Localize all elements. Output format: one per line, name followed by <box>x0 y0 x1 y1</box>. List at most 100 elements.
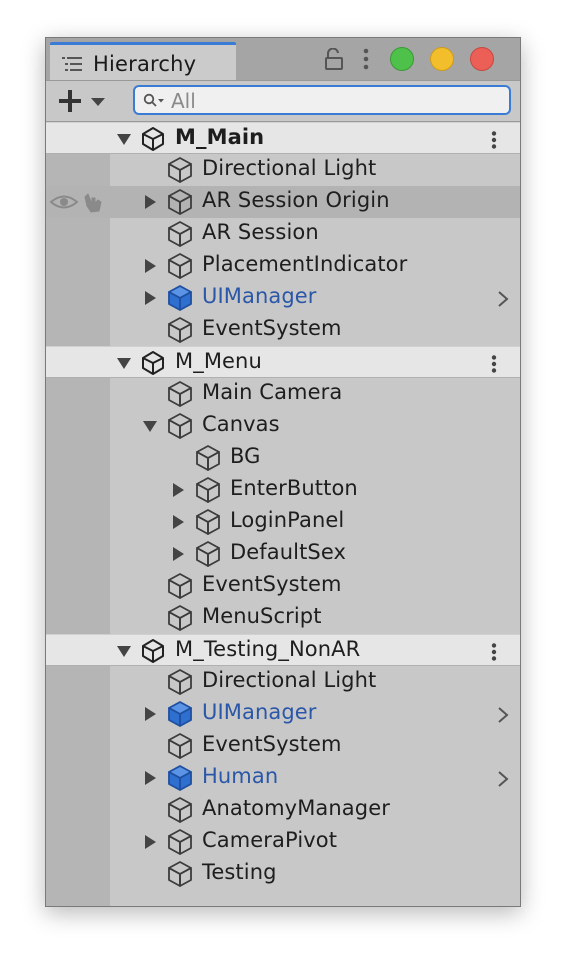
scene-menu-kebab-icon[interactable] <box>490 355 498 373</box>
gameobject-cube-icon <box>196 477 220 503</box>
gameobject-cube-icon <box>168 413 192 439</box>
scene-label: M_Main <box>175 125 265 149</box>
collapse-arrow-icon[interactable] <box>142 194 158 210</box>
hierarchy-row[interactable]: BG <box>46 442 520 474</box>
gameobject-cube-icon <box>168 669 192 695</box>
object-label: AR Session <box>202 220 319 244</box>
scene-menu-kebab-icon[interactable] <box>490 643 498 661</box>
object-label: MenuScript <box>202 604 322 628</box>
gameobject-cube-icon <box>196 541 220 567</box>
gameobject-cube-icon <box>168 253 192 279</box>
collapse-arrow-icon[interactable] <box>170 514 186 530</box>
hierarchy-row[interactable]: EventSystem <box>46 730 520 762</box>
pickable-hand-icon[interactable] <box>82 190 108 214</box>
hierarchy-row[interactable]: EventSystem <box>46 570 520 602</box>
object-label: Main Camera <box>202 380 343 404</box>
lock-icon[interactable] <box>324 48 344 70</box>
object-label: EventSystem <box>202 572 342 596</box>
hierarchy-row[interactable]: DefaultSex <box>46 538 520 570</box>
object-label: Directional Light <box>202 156 377 180</box>
object-label: UIManager <box>202 700 317 724</box>
collapse-arrow-icon[interactable] <box>142 258 158 274</box>
prefab-cube-icon <box>168 701 192 727</box>
eye-icon[interactable] <box>49 193 79 211</box>
prefab-cube-icon <box>168 765 192 791</box>
kebab-icon[interactable] <box>362 48 370 70</box>
maximize-button[interactable] <box>390 47 414 71</box>
gameobject-cube-icon <box>168 157 192 183</box>
gameobject-cube-icon <box>168 829 192 855</box>
tab-hierarchy[interactable]: Hierarchy <box>50 42 236 80</box>
object-label: Directional Light <box>202 668 377 692</box>
hierarchy-row[interactable]: EventSystem <box>46 314 520 346</box>
scene-row[interactable]: M_Main <box>46 122 520 154</box>
expand-arrow-icon[interactable] <box>116 131 132 147</box>
hierarchy-row[interactable]: PlacementIndicator <box>46 250 520 282</box>
collapse-arrow-icon[interactable] <box>142 706 158 722</box>
gameobject-cube-icon <box>168 861 192 887</box>
scene-row[interactable]: M_Testing_NonAR <box>46 634 520 666</box>
expand-arrow-icon[interactable] <box>116 355 132 371</box>
gameobject-cube-icon <box>196 509 220 535</box>
collapse-arrow-icon[interactable] <box>142 770 158 786</box>
hierarchy-row[interactable]: AR Session Origin <box>46 186 520 218</box>
object-label: PlacementIndicator <box>202 252 408 276</box>
object-label: EventSystem <box>202 316 342 340</box>
scene-menu-kebab-icon[interactable] <box>490 131 498 149</box>
open-prefab-chevron-icon[interactable] <box>496 770 510 788</box>
gameobject-cube-icon <box>168 189 192 215</box>
search-placeholder: All <box>171 89 196 113</box>
hierarchy-row[interactable]: AR Session <box>46 218 520 250</box>
hierarchy-row[interactable]: UIManager <box>46 698 520 730</box>
title-bar: Hierarchy <box>46 38 520 81</box>
collapse-arrow-icon[interactable] <box>142 834 158 850</box>
hierarchy-row[interactable]: CameraPivot <box>46 826 520 858</box>
gameobject-cube-icon <box>168 317 192 343</box>
expand-arrow-icon[interactable] <box>142 418 158 434</box>
object-label: AR Session Origin <box>202 188 390 212</box>
hierarchy-row[interactable]: UIManager <box>46 282 520 314</box>
object-label: Human <box>202 764 279 788</box>
object-label: LoginPanel <box>230 508 345 532</box>
object-label: BG <box>230 444 261 468</box>
gameobject-cube-icon <box>168 381 192 407</box>
scene-label: M_Testing_NonAR <box>175 637 361 661</box>
hierarchy-row[interactable]: Directional Light <box>46 154 520 186</box>
collapse-arrow-icon[interactable] <box>142 290 158 306</box>
unity-scene-icon <box>142 127 164 151</box>
expand-arrow-icon[interactable] <box>116 643 132 659</box>
unity-scene-icon <box>142 351 164 375</box>
hierarchy-row[interactable]: Main Camera <box>46 378 520 410</box>
minimize-button[interactable] <box>430 47 454 71</box>
object-label: CameraPivot <box>202 828 338 852</box>
open-prefab-chevron-icon[interactable] <box>496 706 510 724</box>
hierarchy-row[interactable]: Directional Light <box>46 666 520 698</box>
scene-label: M_Menu <box>175 349 262 373</box>
hierarchy-row[interactable]: AnatomyManager <box>46 794 520 826</box>
object-label: Canvas <box>202 412 280 436</box>
hierarchy-row[interactable]: Human <box>46 762 520 794</box>
gameobject-cube-icon <box>168 733 192 759</box>
collapse-arrow-icon[interactable] <box>170 482 186 498</box>
gameobject-cube-icon <box>168 605 192 631</box>
object-label: DefaultSex <box>230 540 347 564</box>
hierarchy-row[interactable]: MenuScript <box>46 602 520 634</box>
hierarchy-row[interactable]: LoginPanel <box>46 506 520 538</box>
prefab-cube-icon <box>168 285 192 311</box>
caret-down-icon <box>91 98 105 106</box>
search-field[interactable]: All <box>133 85 511 115</box>
gameobject-cube-icon <box>168 573 192 599</box>
toolbar: All <box>46 81 520 122</box>
hierarchy-row[interactable]: EnterButton <box>46 474 520 506</box>
collapse-arrow-icon[interactable] <box>170 546 186 562</box>
close-button[interactable] <box>470 47 494 71</box>
scene-row[interactable]: M_Menu <box>46 346 520 378</box>
open-prefab-chevron-icon[interactable] <box>496 290 510 308</box>
hierarchy-tree: M_Main Directional Light AR Session Orig… <box>46 122 520 906</box>
list-icon <box>62 57 82 71</box>
add-object-button[interactable] <box>58 87 110 115</box>
tab-label: Hierarchy <box>93 52 197 76</box>
hierarchy-row[interactable]: Canvas <box>46 410 520 442</box>
hierarchy-row[interactable]: Testing <box>46 858 520 890</box>
gameobject-cube-icon <box>168 221 192 247</box>
